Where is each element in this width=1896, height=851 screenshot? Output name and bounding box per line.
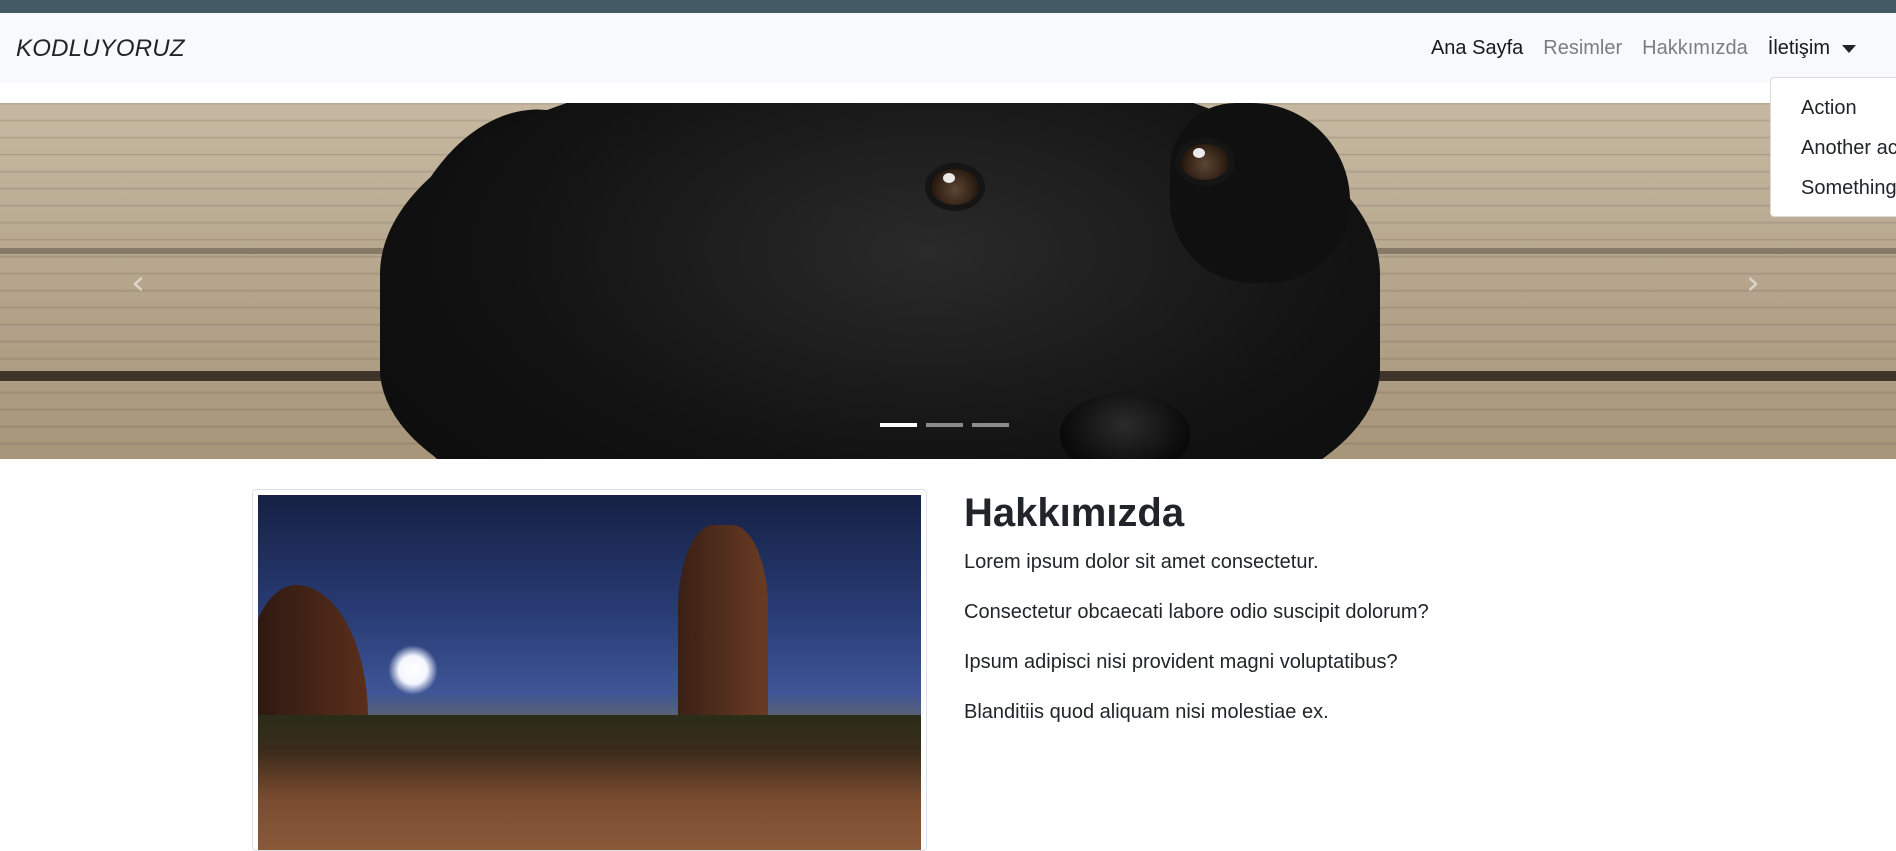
iletisim-dropdown-menu: Action Another action Something else her… [1770, 77, 1896, 217]
about-paragraph-2: Consectetur obcaecati labore odio suscip… [964, 601, 1429, 623]
nav-link-iletisim-label: İletişim [1767, 37, 1830, 59]
dropdown-item-something-else[interactable]: Something else here [1771, 168, 1896, 208]
nav-link-iletisim[interactable]: İletişim [1758, 37, 1866, 60]
about-section: Hakkımızda Lorem ipsum dolor sit amet co… [964, 489, 1864, 727]
top-strip [0, 0, 1896, 13]
about-title: Hakkımızda [964, 491, 1185, 535]
navbar: KODLUYORUZ Ana Sayfa Resimler Hakkımızda… [0, 13, 1896, 83]
about-paragraph-3: Ipsum adipisci nisi provident magni volu… [964, 651, 1398, 673]
carousel-indicators [880, 423, 1009, 427]
balanced-rock [678, 525, 768, 735]
moon [388, 645, 438, 695]
nav-links: Ana Sayfa Resimler Hakkımızda İletişim [1421, 37, 1866, 60]
nav-link-resimler[interactable]: Resimler [1533, 37, 1632, 60]
about-paragraph-1: Lorem ipsum dolor sit amet consectetur. [964, 551, 1319, 573]
carousel-indicator-3[interactable] [972, 423, 1009, 427]
nav-link-ana-sayfa[interactable]: Ana Sayfa [1421, 37, 1533, 60]
chevron-left-icon[interactable]: ‹ [118, 263, 158, 303]
about-image-thumbnail [252, 489, 927, 851]
nav-link-hakkimizda[interactable]: Hakkımızda [1632, 37, 1758, 60]
brand-logo[interactable]: KODLUYORUZ [16, 35, 185, 63]
dropdown-item-another-action[interactable]: Another action [1771, 128, 1896, 168]
desert-night-image [258, 495, 921, 850]
about-paragraph-4: Blanditiis quod aliquam nisi molestiae e… [964, 701, 1329, 723]
dog-eye-right [1175, 138, 1235, 186]
carousel-indicator-2[interactable] [926, 423, 963, 427]
dog-eye-left [925, 163, 985, 211]
dropdown-item-action[interactable]: Action [1771, 88, 1896, 128]
desert-ground [258, 715, 921, 850]
hero-carousel: ‹ › [0, 103, 1896, 459]
caret-down-icon [1842, 44, 1856, 53]
carousel-indicator-1[interactable] [880, 423, 917, 427]
chevron-right-icon[interactable]: › [1733, 263, 1773, 303]
